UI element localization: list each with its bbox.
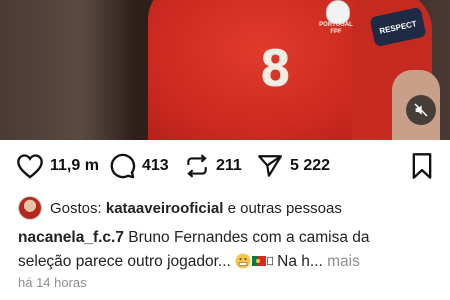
caption-text-line1: Bruno Fernandes com a camisa da [123, 229, 370, 246]
more-link[interactable]: mais [327, 253, 360, 270]
caption-text-line3: Na h... [277, 253, 323, 270]
save-button[interactable] [410, 148, 434, 184]
share-count: 5 222 [290, 157, 331, 174]
repost-button[interactable]: 211 [184, 148, 242, 184]
shirt-number: 8 [259, 40, 292, 98]
repost-icon [187, 154, 207, 178]
comment-bubble-icon [110, 153, 136, 179]
send-icon [258, 155, 282, 177]
like-count: 11,9 m [50, 157, 99, 174]
caption-username[interactable]: nacanela_f.c.7 [18, 229, 124, 246]
liker-avatar[interactable] [18, 196, 42, 220]
fpf-crest-icon [326, 0, 350, 24]
repost-count: 211 [216, 157, 242, 174]
grimacing-face-emoji-icon [235, 253, 251, 269]
bookmark-icon [412, 153, 432, 179]
liker-username[interactable]: kataaveirooficial [106, 200, 224, 217]
crest-text: PORTUGAL FPF [304, 22, 368, 36]
share-button[interactable]: 5 222 [256, 148, 330, 184]
post-media[interactable]: RESPECT PORTUGAL FPF 8 [0, 0, 450, 140]
post-timestamp: há 14 horas [18, 275, 87, 290]
like-button[interactable]: 11,9 m [16, 148, 99, 184]
post-caption: nacanela_f.c.7 Bruno Fernandes com a cam… [18, 226, 438, 274]
comment-count: 413 [142, 157, 169, 174]
likes-prefix: Gostos: [50, 199, 102, 217]
speaker-muted-icon [414, 103, 428, 117]
portugal-flag-emoji-icon [252, 256, 267, 266]
mute-button[interactable] [406, 95, 436, 125]
likes-text: Gostos: kataaveirooficial e outras pesso… [50, 200, 342, 217]
likes-suffix[interactable]: e outras pessoas [228, 200, 342, 217]
heart-icon [17, 154, 43, 179]
crest-text-line2: FPF [330, 29, 342, 35]
comment-button[interactable]: 413 [108, 148, 169, 184]
caption-text-line2: seleção parece outro jogador... [18, 253, 231, 270]
missing-glyph-icon [267, 256, 274, 266]
crest-text-line1: PORTUGAL [319, 22, 353, 28]
action-bar: 11,9 m 413 211 5 222 [0, 148, 450, 184]
likes-summary[interactable]: Gostos: kataaveirooficial e outras pesso… [18, 196, 342, 220]
